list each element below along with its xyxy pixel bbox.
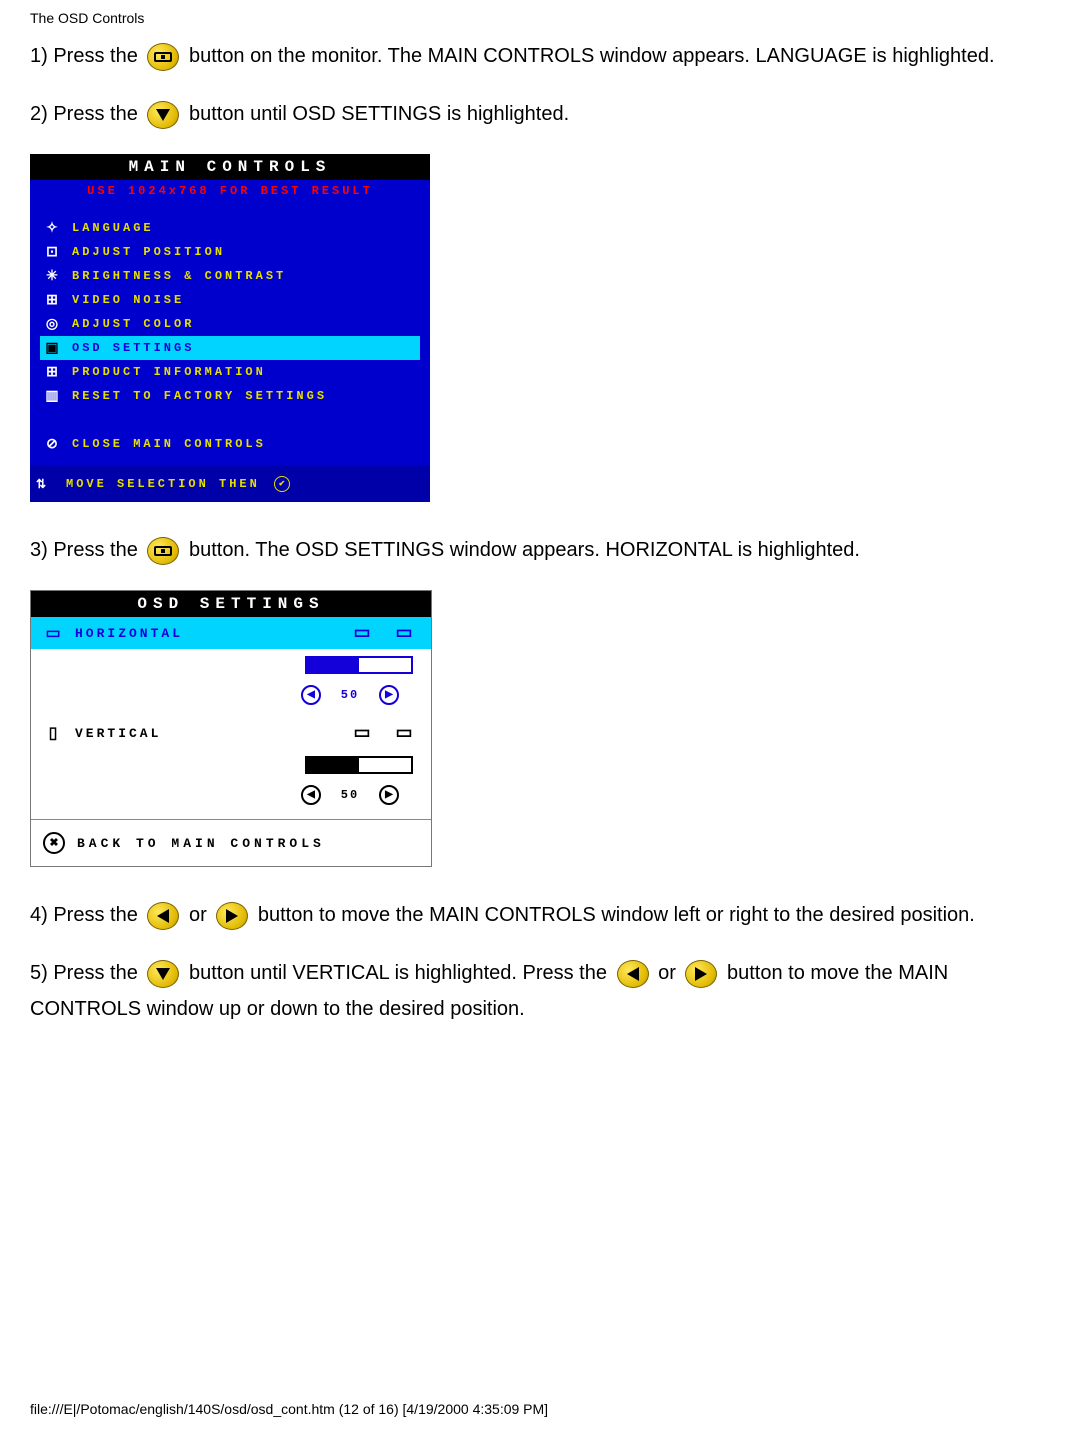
step-5-text-c: or	[658, 962, 681, 984]
horizontal-right-icon: ▭	[389, 622, 419, 644]
main-controls-hint: USE 1024x768 FOR BEST RESULT	[30, 180, 430, 202]
horizontal-bar-row	[31, 649, 431, 681]
menu-item-icon: ▥	[40, 388, 64, 405]
step-3-text-a: 3) Press the	[30, 539, 143, 561]
main-menu-close[interactable]: ⊘CLOSE MAIN CONTROLS	[40, 432, 420, 456]
menu-item-icon: ✧	[40, 220, 64, 237]
main-menu-item-2[interactable]: ✳BRIGHTNESS & CONTRAST	[40, 264, 420, 288]
footer-text: MOVE SELECTION THEN	[66, 477, 260, 491]
step-2: 2) Press the button until OSD SETTINGS i…	[30, 96, 1050, 132]
vertical-icon: ▯	[43, 723, 63, 743]
vertical-value-row: ◀ 50 ▶	[31, 781, 431, 809]
main-controls-title: MAIN CONTROLS	[30, 154, 430, 180]
osd-horizontal-row[interactable]: ▭ HORIZONTAL ▭ ▭	[31, 617, 431, 649]
main-controls-footer: ⇅ MOVE SELECTION THEN ✔	[30, 466, 430, 502]
vertical-bar-row	[31, 749, 431, 781]
menu-item-label: PRODUCT INFORMATION	[64, 365, 266, 379]
vertical-left-arrow-icon[interactable]: ◀	[301, 785, 321, 805]
osd-back-row[interactable]: ✖ BACK TO MAIN CONTROLS	[31, 819, 431, 866]
menu-item-label: OSD SETTINGS	[64, 341, 194, 355]
menu-item-label: VIDEO NOISE	[64, 293, 184, 307]
vertical-bar	[305, 756, 413, 774]
osd-settings-panel: OSD SETTINGS ▭ HORIZONTAL ▭ ▭ ◀ 50 ▶ ▯ V…	[30, 590, 432, 867]
main-menu-item-7[interactable]: ▥RESET TO FACTORY SETTINGS	[40, 384, 420, 408]
left-button-icon	[147, 902, 179, 930]
menu-item-icon: ◎	[40, 316, 64, 333]
horizontal-icon: ▭	[43, 623, 63, 643]
step-4-text-c: button to move the MAIN CONTROLS window …	[258, 904, 975, 926]
main-menu-item-1[interactable]: ⊡ADJUST POSITION	[40, 240, 420, 264]
step-2-text-a: 2) Press the	[30, 103, 143, 125]
menu-item-icon: ⊡	[40, 244, 64, 261]
horizontal-left-icon: ▭	[347, 622, 377, 644]
main-menu-item-6[interactable]: ⊞PRODUCT INFORMATION	[40, 360, 420, 384]
horizontal-label: HORIZONTAL	[75, 626, 335, 641]
step-3-text-b: button. The OSD SETTINGS window appears.…	[189, 539, 860, 561]
menu-item-label: BRIGHTNESS & CONTRAST	[64, 269, 286, 283]
menu-item-label: RESET TO FACTORY SETTINGS	[64, 389, 327, 403]
step-3: 3) Press the button. The OSD SETTINGS wi…	[30, 532, 1050, 568]
horizontal-value-row: ◀ 50 ▶	[31, 681, 431, 709]
main-menu-item-3[interactable]: ⊞VIDEO NOISE	[40, 288, 420, 312]
ok-button-icon	[147, 43, 179, 71]
page-header: The OSD Controls	[30, 0, 1050, 32]
step-1: 1) Press the button on the monitor. The …	[30, 38, 1050, 74]
step-2-text-b: button until OSD SETTINGS is highlighted…	[189, 103, 569, 125]
vertical-value: 50	[335, 788, 365, 802]
menu-item-label: ADJUST POSITION	[64, 245, 225, 259]
close-label: CLOSE MAIN CONTROLS	[64, 437, 266, 451]
down-button-icon	[147, 960, 179, 988]
horizontal-right-arrow-icon[interactable]: ▶	[379, 685, 399, 705]
step-1-text-b: button on the monitor. The MAIN CONTROLS…	[189, 45, 995, 67]
menu-item-icon: ✳	[40, 268, 64, 285]
menu-item-label: ADJUST COLOR	[64, 317, 194, 331]
footer-ok-icon: ✔	[274, 476, 290, 492]
menu-item-icon: ▣	[40, 340, 64, 357]
osd-settings-title: OSD SETTINGS	[31, 591, 431, 617]
main-menu-item-0[interactable]: ✧LANGUAGE	[40, 216, 420, 240]
horizontal-bar	[305, 656, 413, 674]
vertical-label: VERTICAL	[75, 726, 335, 741]
horizontal-value: 50	[335, 688, 365, 702]
step-4: 4) Press the or button to move the MAIN …	[30, 897, 1050, 933]
step-5-text-b: button until VERTICAL is highlighted. Pr…	[189, 962, 613, 984]
menu-item-icon: ⊞	[40, 292, 64, 309]
vertical-top-icon: ▭	[347, 722, 377, 744]
main-controls-panel: MAIN CONTROLS USE 1024x768 FOR BEST RESU…	[30, 154, 430, 502]
down-button-icon	[147, 101, 179, 129]
step-5: 5) Press the button until VERTICAL is hi…	[30, 955, 1050, 1027]
horizontal-left-arrow-icon[interactable]: ◀	[301, 685, 321, 705]
menu-item-icon: ⊞	[40, 364, 64, 381]
page-footer: file:///E|/Potomac/english/140S/osd/osd_…	[30, 1049, 1050, 1427]
step-4-text-a: 4) Press the	[30, 904, 143, 926]
main-menu-item-5[interactable]: ▣OSD SETTINGS	[40, 336, 420, 360]
footer-updown-icon: ⇅	[36, 477, 66, 492]
osd-back-label: BACK TO MAIN CONTROLS	[77, 836, 325, 851]
menu-item-label: LANGUAGE	[64, 221, 154, 235]
step-4-text-b: or	[189, 904, 212, 926]
step-1-text-a: 1) Press the	[30, 45, 143, 67]
ok-button-icon	[147, 537, 179, 565]
osd-vertical-row[interactable]: ▯ VERTICAL ▭ ▭	[31, 717, 431, 749]
right-button-icon	[216, 902, 248, 930]
back-icon: ✖	[43, 832, 65, 854]
close-icon: ⊘	[40, 436, 64, 453]
right-button-icon	[685, 960, 717, 988]
vertical-bottom-icon: ▭	[389, 722, 419, 744]
vertical-right-arrow-icon[interactable]: ▶	[379, 785, 399, 805]
step-5-text-a: 5) Press the	[30, 962, 143, 984]
main-menu-item-4[interactable]: ◎ADJUST COLOR	[40, 312, 420, 336]
left-button-icon	[617, 960, 649, 988]
